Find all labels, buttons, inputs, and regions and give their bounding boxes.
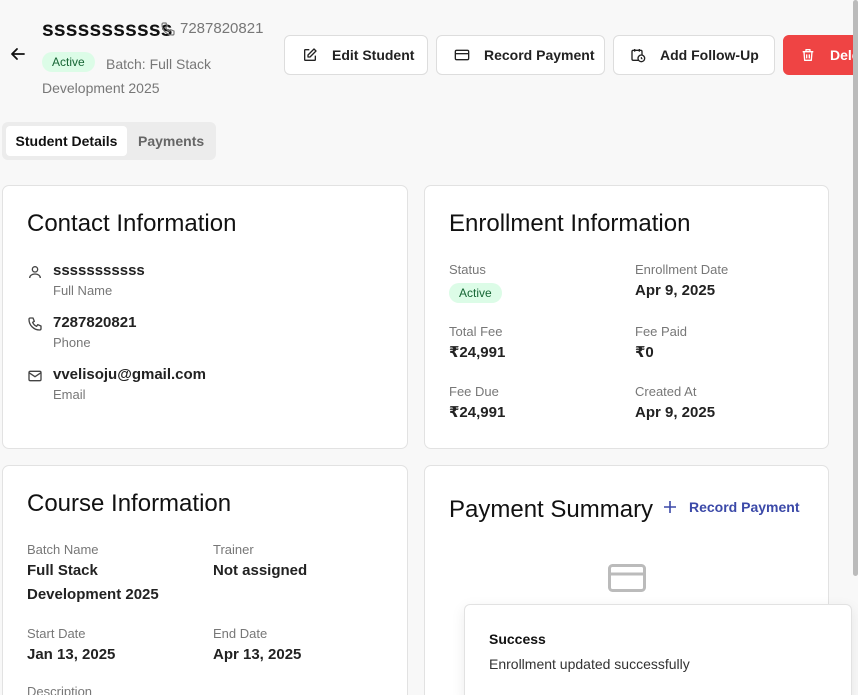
created-at-label: Created At — [635, 384, 697, 399]
payment-summary-title: Payment Summary — [449, 496, 654, 523]
batch-name-label: Batch Name — [27, 542, 99, 557]
back-arrow-icon[interactable] — [9, 45, 27, 63]
contact-phone-row: 7287820821 Phone — [27, 314, 136, 350]
contact-title: Contact Information — [27, 210, 237, 237]
user-icon — [29, 266, 41, 279]
add-follow-up-button[interactable]: Add Follow-Up — [613, 35, 775, 75]
mail-icon — [28, 370, 42, 382]
end-date-label: End Date — [213, 626, 268, 641]
record-payment-label: Record Payment — [484, 47, 595, 63]
toast-message: Enrollment updated successfully — [489, 656, 690, 672]
contact-information-card: Contact Information sssssssssss Full Nam… — [2, 185, 408, 449]
header-phone: 7287820821 — [160, 20, 263, 37]
contact-email-value: vvelisoju@gmail.com — [53, 366, 207, 383]
record-payment-link-label: Record Payment — [689, 499, 800, 515]
contact-name-row: sssssssssss Full Name — [27, 262, 145, 298]
enrollment-status-text: Active — [449, 283, 502, 303]
created-at-value: Apr 9, 2025 — [635, 404, 716, 421]
phone-icon — [28, 317, 42, 331]
trainer-value: Not assigned — [213, 562, 308, 579]
tab-payments[interactable]: Payments — [138, 126, 204, 156]
enrollment-status-badge: Active — [449, 283, 502, 303]
phone-icon — [161, 21, 175, 36]
contact-email-row: vvelisoju@gmail.com Email — [27, 366, 206, 402]
student-name-title: sssssssssss — [42, 18, 173, 41]
status-label: Status — [449, 262, 486, 277]
fee-paid-value: ₹0 — [635, 344, 654, 361]
fee-due-value: ₹24,991 — [449, 404, 506, 421]
trainer-label: Trainer — [213, 542, 254, 557]
header-phone-text: 7287820821 — [180, 20, 264, 37]
tab-student-details[interactable]: Student Details — [6, 126, 127, 156]
edit-icon — [304, 48, 317, 61]
credit-card-icon — [454, 49, 470, 61]
description-label: Description — [27, 684, 93, 695]
tab-bar: Student Details Payments — [2, 122, 216, 160]
batch-name-value: Full Stack Development 2025 — [27, 562, 159, 603]
course-information-card: Course Information Batch Name Full Stack… — [2, 465, 408, 695]
contact-name-value: sssssssssss — [53, 262, 145, 279]
course-title: Course Information — [27, 490, 232, 517]
edit-student-label: Edit Student — [332, 47, 415, 63]
status-badge-text: Active — [42, 52, 95, 72]
delete-button[interactable]: Delete — [783, 35, 858, 75]
edit-student-button[interactable]: Edit Student — [284, 35, 428, 75]
record-payment-button[interactable]: Record Payment — [436, 35, 605, 75]
contact-name-label: Full Name — [53, 283, 113, 298]
contact-email-label: Email — [53, 387, 86, 402]
scrollbar[interactable] — [853, 0, 858, 576]
total-fee-value: ₹24,991 — [449, 344, 506, 361]
fee-paid-label: Fee Paid — [635, 324, 688, 339]
start-date-label: Start Date — [27, 626, 86, 641]
enrollment-date-value: Apr 9, 2025 — [635, 282, 716, 299]
enrollment-information-card: Enrollment Information Status Active Enr… — [424, 185, 829, 449]
calendar-clock-icon — [631, 49, 646, 63]
enrollment-title: Enrollment Information — [449, 210, 691, 237]
plus-icon — [664, 501, 676, 513]
toast-title: Success — [489, 631, 546, 647]
enrollment-date-label: Enrollment Date — [635, 262, 729, 277]
contact-phone-label: Phone — [53, 335, 91, 350]
add-follow-up-label: Add Follow-Up — [660, 47, 759, 63]
fee-due-label: Fee Due — [449, 384, 499, 399]
success-toast: Success Enrollment updated successfully — [464, 604, 852, 695]
trash-icon — [802, 49, 814, 61]
end-date-value: Apr 13, 2025 — [213, 646, 302, 663]
status-badge: Active — [42, 52, 95, 72]
credit-card-icon — [608, 564, 646, 597]
start-date-value: Jan 13, 2025 — [27, 646, 116, 663]
contact-phone-value: 7287820821 — [53, 314, 137, 331]
total-fee-label: Total Fee — [449, 324, 503, 339]
record-payment-link[interactable]: Record Payment — [663, 499, 799, 515]
